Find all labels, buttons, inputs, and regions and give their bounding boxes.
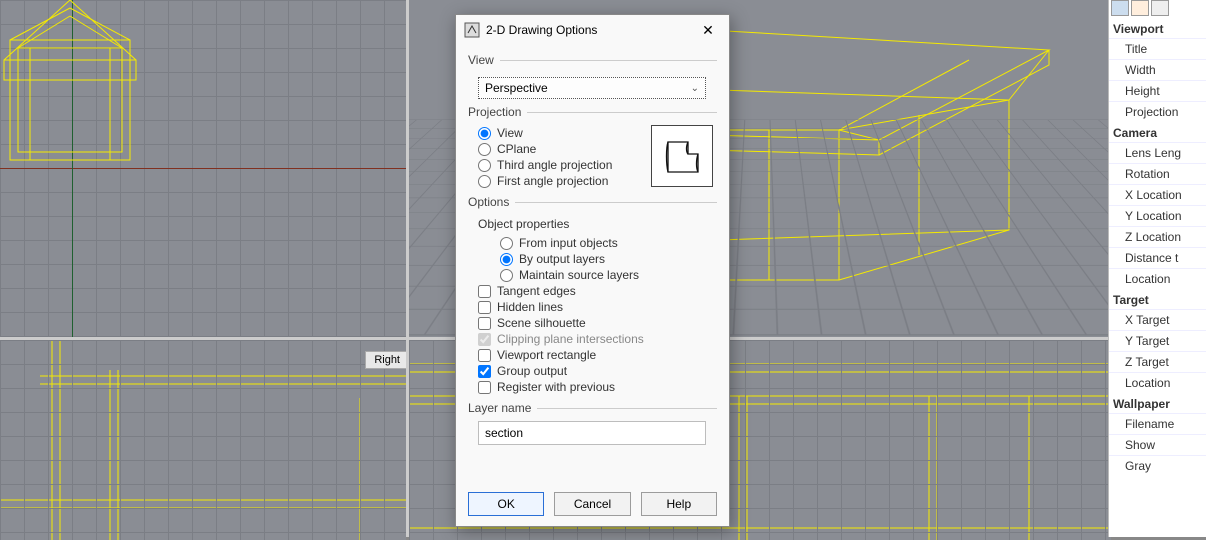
panel-row[interactable]: Z Location	[1109, 226, 1206, 247]
check-register-previous[interactable]: Register with previous	[468, 379, 717, 395]
panel-row[interactable]: Height	[1109, 80, 1206, 101]
panel-row[interactable]: Projection	[1109, 101, 1206, 122]
chevron-down-icon: ⌄	[691, 83, 699, 94]
panel-row[interactable]: Title	[1109, 38, 1206, 59]
ok-button[interactable]: OK	[468, 492, 544, 516]
panel-row[interactable]: Y Location	[1109, 205, 1206, 226]
tab-icon-3[interactable]	[1151, 0, 1169, 16]
radio-projection-third[interactable]: Third angle projection	[468, 157, 651, 173]
panel-row[interactable]: Show	[1109, 434, 1206, 455]
help-button[interactable]: Help	[641, 492, 717, 516]
radio-objprops-input[interactable]: From input objects	[468, 235, 717, 251]
panel-row[interactable]: X Location	[1109, 184, 1206, 205]
viewport-grid-lines	[0, 340, 406, 540]
panel-row[interactable]: Location	[1109, 372, 1206, 393]
layer-name-input[interactable]	[478, 421, 706, 445]
radio-projection-first[interactable]: First angle projection	[468, 173, 651, 189]
app-icon	[464, 22, 480, 38]
radio-projection-view[interactable]: View	[468, 125, 651, 141]
panel-row[interactable]: X Target	[1109, 309, 1206, 330]
tab-icon-1[interactable]	[1111, 0, 1129, 16]
check-viewport-rectangle[interactable]: Viewport rectangle	[468, 347, 717, 363]
panel-row[interactable]: Filename	[1109, 413, 1206, 434]
radio-objprops-maintain[interactable]: Maintain source layers	[468, 267, 717, 283]
view-combobox-value: Perspective	[485, 81, 548, 95]
check-scene-silhouette[interactable]: Scene silhouette	[468, 315, 717, 331]
check-hidden-lines[interactable]: Hidden lines	[468, 299, 717, 315]
cancel-button[interactable]: Cancel	[554, 492, 630, 516]
check-group-output[interactable]: Group output	[468, 363, 717, 379]
make2d-dialog: 2-D Drawing Options ✕ View Perspective ⌄…	[455, 14, 730, 527]
dialog-title: 2-D Drawing Options	[486, 23, 695, 37]
panel-row[interactable]: Z Target	[1109, 351, 1206, 372]
radio-projection-cplane[interactable]: CPlane	[468, 141, 651, 157]
radio-objprops-output[interactable]: By output layers	[468, 251, 717, 267]
viewport-top-left[interactable]	[0, 0, 406, 337]
close-button[interactable]: ✕	[695, 17, 721, 43]
panel-section-target: Target	[1109, 289, 1206, 309]
viewport-label-right[interactable]: Right	[365, 351, 406, 369]
panel-row[interactable]: Location	[1109, 268, 1206, 289]
panel-row[interactable]: Lens Leng	[1109, 142, 1206, 163]
projection-preview-icon	[651, 125, 713, 187]
panel-row[interactable]: Width	[1109, 59, 1206, 80]
check-tangent-edges[interactable]: Tangent edges	[468, 283, 717, 299]
viewport-bottom-left[interactable]: Right	[0, 340, 406, 540]
panel-section-viewport: Viewport	[1109, 18, 1206, 38]
panel-row[interactable]: Y Target	[1109, 330, 1206, 351]
tab-icon-2[interactable]	[1131, 0, 1149, 16]
dialog-titlebar[interactable]: 2-D Drawing Options ✕	[456, 15, 729, 45]
panel-section-camera: Camera	[1109, 122, 1206, 142]
group-projection: Projection	[468, 105, 717, 119]
view-combobox[interactable]: Perspective ⌄	[478, 77, 706, 99]
properties-panel: ViewportTitleWidthHeightProjectionCamera…	[1108, 0, 1206, 537]
object-properties-label: Object properties	[468, 209, 717, 235]
check-clipping-plane: Clipping plane intersections	[468, 331, 717, 347]
panel-tab-icons[interactable]	[1109, 0, 1206, 18]
panel-row[interactable]: Gray	[1109, 455, 1206, 476]
panel-row[interactable]: Distance t	[1109, 247, 1206, 268]
group-options: Options	[468, 195, 717, 209]
wireframe-top	[0, 0, 170, 170]
group-view: View	[468, 53, 717, 67]
panel-row[interactable]: Rotation	[1109, 163, 1206, 184]
group-layer-name: Layer name	[468, 401, 717, 415]
panel-section-wallpaper: Wallpaper	[1109, 393, 1206, 413]
